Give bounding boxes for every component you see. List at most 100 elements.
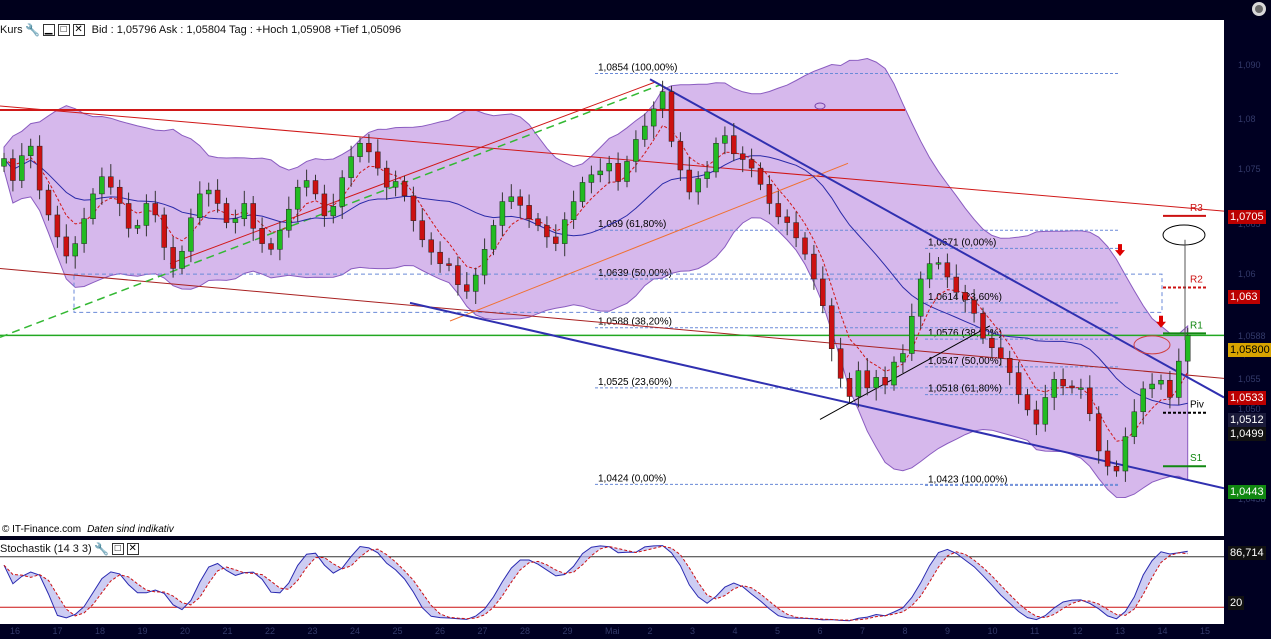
candle-body <box>517 196 523 206</box>
time-axis-tick: 5 <box>775 626 781 636</box>
candle-body <box>864 370 871 389</box>
candle-body <box>339 177 345 207</box>
fib-level-label: 1,0854 (100,00%) <box>598 63 678 74</box>
candle-body <box>989 337 995 349</box>
wrench-icon[interactable]: 🔧 <box>94 542 109 556</box>
pivot-upper-tag: 1,0512 <box>1228 413 1266 427</box>
candle-body <box>214 189 221 204</box>
candle-body <box>722 135 728 144</box>
candle-body <box>1184 335 1191 362</box>
candle-body <box>161 214 167 248</box>
candle-body <box>286 208 292 231</box>
candle-body <box>677 141 684 171</box>
price-axis-tick: 1,075 <box>1238 164 1261 174</box>
candle-body <box>499 201 506 226</box>
time-axis-tick: 16 <box>10 626 21 636</box>
candle-body <box>1042 397 1049 425</box>
time-axis-tick: 9 <box>945 626 951 636</box>
candle-body <box>1167 379 1173 398</box>
candle-body <box>570 201 577 220</box>
time-axis-tick: 29 <box>562 626 573 636</box>
candle-body <box>909 315 915 354</box>
price-axis[interactable] <box>1224 20 1271 624</box>
candle-body <box>1024 394 1031 411</box>
candle-body <box>277 229 283 250</box>
r3-level-marker-label: R3 <box>1190 203 1203 214</box>
candle-body <box>419 220 426 241</box>
candle-body <box>731 135 737 155</box>
close-icon[interactable]: ✕ <box>72 24 85 36</box>
candle-body <box>1033 409 1040 425</box>
r2-level-marker-label: R2 <box>1190 275 1203 286</box>
fib-level-label: 1,0525 (23,60%) <box>598 377 672 388</box>
red-down-arrow-icon <box>1115 244 1125 257</box>
time-axis-tick: 15 <box>1200 626 1211 636</box>
candle-body <box>437 251 443 264</box>
candle-body <box>241 203 248 220</box>
candle-body <box>1078 387 1084 390</box>
candle-body <box>820 278 826 306</box>
candle-body <box>116 186 123 204</box>
candle-body <box>446 263 452 266</box>
wrench-icon[interactable]: 🔧 <box>25 23 40 37</box>
candle-body <box>63 236 70 257</box>
candle-body <box>232 218 239 223</box>
time-axis-tick: 21 <box>222 626 233 636</box>
logo-icon <box>1252 2 1266 16</box>
candle-body <box>1 158 7 167</box>
candle-body <box>464 284 470 292</box>
candle-body <box>713 143 719 173</box>
candle-body <box>784 216 790 223</box>
pivot-price-tag: 1,0499 <box>1228 427 1266 441</box>
candle-body <box>695 178 701 193</box>
time-axis-tick: 11 <box>1030 626 1040 636</box>
candle-body <box>428 239 434 253</box>
time-axis-tick: 28 <box>520 626 531 636</box>
time-axis-tick: 23 <box>307 626 318 636</box>
candle-body <box>935 262 942 265</box>
copyright-notice: © IT-Finance.com Daten sind indikativ <box>2 524 174 535</box>
fib-level-label: 1,0588 (38,20%) <box>598 317 672 328</box>
candle-body <box>54 214 61 238</box>
minimize-icon[interactable]: ▁ <box>42 24 55 36</box>
time-axis-tick: 27 <box>477 626 488 636</box>
restore-icon[interactable]: □ <box>57 24 70 36</box>
candle-body <box>900 353 906 363</box>
candle-body <box>472 274 479 292</box>
candle-body <box>642 125 648 140</box>
candle-body <box>686 169 693 193</box>
candle-body <box>1158 379 1164 385</box>
restore-icon[interactable]: □ <box>111 543 124 555</box>
candle-body <box>348 156 354 178</box>
candle-body <box>90 193 96 220</box>
candle-body <box>330 206 337 217</box>
candle-body <box>99 176 105 195</box>
candle-body <box>1113 465 1120 472</box>
candle-body <box>357 143 363 157</box>
candle-body <box>855 370 862 397</box>
candle-body <box>757 167 764 185</box>
candle-body <box>321 193 328 217</box>
candle-body <box>250 203 256 229</box>
candle-body <box>980 313 986 339</box>
current-price-tag: 1,05800 <box>1228 343 1271 357</box>
candle-body <box>926 263 933 280</box>
close-icon[interactable]: ✕ <box>126 543 139 555</box>
candle-body <box>10 158 16 181</box>
fib-level-label: 1,0639 (50,00%) <box>598 268 672 279</box>
candle-body <box>535 218 541 226</box>
candle-body <box>188 217 194 252</box>
fib-level-label: 1,0424 (0,00%) <box>598 473 666 484</box>
candle-body <box>410 195 417 221</box>
time-axis-tick: 6 <box>817 626 823 636</box>
candle-body <box>998 347 1004 359</box>
price-chart: 1,0854 (100,00%)1,069 (61,80%)1,0639 (50… <box>0 57 1224 499</box>
candle-body <box>1140 388 1146 413</box>
time-axis-tick: 13 <box>1115 626 1126 636</box>
price-axis-tick: 1,08 <box>1238 114 1256 124</box>
candle-body <box>606 163 612 172</box>
candle-body <box>223 203 230 223</box>
candle-body <box>125 203 132 229</box>
candle-body <box>259 228 265 244</box>
stochastic-label: Stochastik (14 3 3) <box>0 543 92 555</box>
